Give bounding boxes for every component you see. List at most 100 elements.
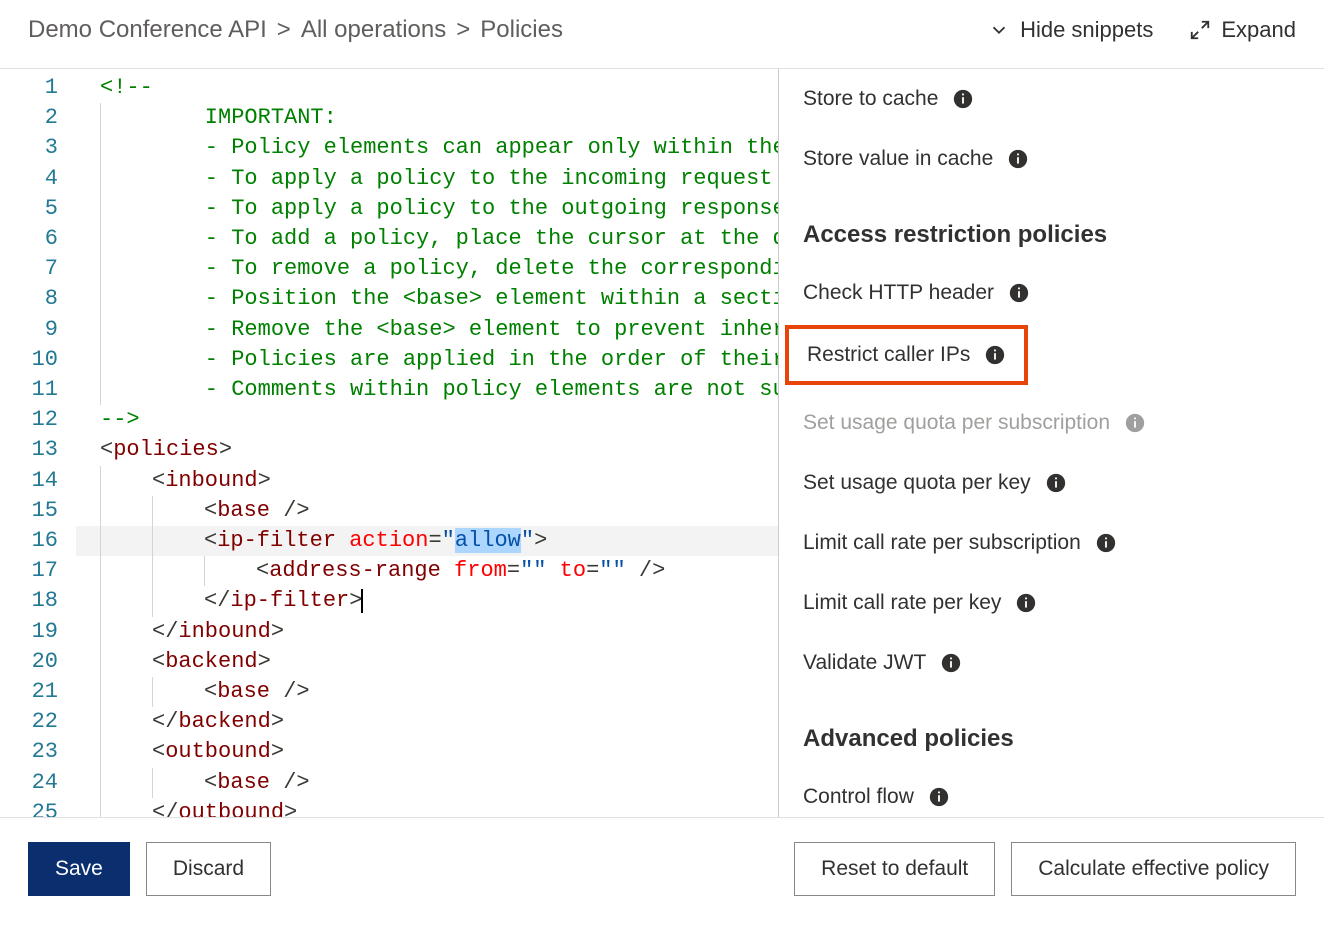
code-line[interactable]: <base /> [76,677,778,707]
snippet-section-title: Access restriction policies [803,189,1300,263]
snippet-item[interactable]: Set usage quota per subscription [803,393,1300,453]
info-icon[interactable] [940,652,962,674]
line-number: 17 [0,556,76,586]
calculate-button[interactable]: Calculate effective policy [1011,842,1296,896]
header: Demo Conference API > All operations > P… [0,0,1324,69]
code-line[interactable]: - To apply a policy to the incoming requ… [76,164,778,194]
code-line[interactable]: - To add a policy, place the cursor at t… [76,224,778,254]
line-number: 25 [0,798,76,817]
line-number: 23 [0,737,76,767]
code-line[interactable]: </outbound> [76,798,778,817]
line-number: 9 [0,315,76,345]
code-line[interactable]: <address-range from="" to="" /> [76,556,778,586]
expand-icon [1189,19,1211,41]
line-number: 24 [0,768,76,798]
chevron-down-icon [988,19,1010,41]
info-icon[interactable] [1015,592,1037,614]
reset-button[interactable]: Reset to default [794,842,995,896]
line-number: 19 [0,617,76,647]
snippet-label: Validate JWT [803,651,926,675]
info-icon[interactable] [1095,532,1117,554]
snippet-item[interactable]: Limit call rate per subscription [803,513,1300,573]
info-icon[interactable] [1007,148,1029,170]
code-line[interactable]: <inbound> [76,466,778,496]
line-number: 10 [0,345,76,375]
line-number: 14 [0,466,76,496]
code-line[interactable]: - Remove the <base> element to prevent i… [76,315,778,345]
snippet-item[interactable]: Control flow [803,767,1300,817]
breadcrumb-item[interactable]: Demo Conference API [28,16,267,44]
breadcrumb-separator: > [456,16,470,44]
breadcrumb-separator: > [277,16,291,44]
main: 1234567891011121314151617181920212223242… [0,69,1324,817]
code-line[interactable]: IMPORTANT: [76,103,778,133]
line-number: 5 [0,194,76,224]
code-line[interactable]: <ip-filter action="allow"> [76,526,778,556]
snippet-item-highlighted[interactable]: Restrict caller IPs [785,325,1028,385]
snippet-label: Check HTTP header [803,281,994,305]
snippet-label: Limit call rate per key [803,591,1001,615]
info-icon[interactable] [952,88,974,110]
code-line[interactable]: </backend> [76,707,778,737]
line-number: 15 [0,496,76,526]
line-number: 16 [0,526,76,556]
code-line[interactable]: - Comments within policy elements are no… [76,375,778,405]
info-icon[interactable] [1008,282,1030,304]
code-editor[interactable]: <!-- IMPORTANT: - Policy elements can ap… [76,69,778,817]
info-icon[interactable] [1045,472,1067,494]
info-icon[interactable] [984,344,1006,366]
snippet-item[interactable]: Set usage quota per key [803,453,1300,513]
code-line[interactable]: --> [76,405,778,435]
snippet-label: Restrict caller IPs [807,343,970,367]
snippet-item[interactable]: Validate JWT [803,633,1300,693]
footer-right: Reset to default Calculate effective pol… [794,842,1296,896]
code-line[interactable]: <!-- [76,73,778,103]
code-line[interactable]: <outbound> [76,737,778,767]
line-number: 22 [0,707,76,737]
code-line[interactable]: </inbound> [76,617,778,647]
header-actions: Hide snippets Expand [988,17,1296,43]
snippet-item[interactable]: Limit call rate per key [803,573,1300,633]
snippet-item[interactable]: Store to cache [803,69,1300,129]
code-line[interactable]: <base /> [76,768,778,798]
info-icon[interactable] [928,786,950,808]
code-line[interactable]: - To apply a policy to the outgoing resp… [76,194,778,224]
snippets-pane: Store to cache Store value in cache Access… [779,69,1324,817]
snippet-item[interactable]: Store value in cache [803,129,1300,189]
snippet-label: Store to cache [803,87,938,111]
snippet-label: Limit call rate per subscription [803,531,1081,555]
code-line[interactable]: - Position the <base> element within a s… [76,284,778,314]
expand-button[interactable]: Expand [1189,17,1296,43]
line-number: 13 [0,435,76,465]
code-line[interactable]: - Policies are applied in the order of t… [76,345,778,375]
line-number: 4 [0,164,76,194]
code-line[interactable]: <policies> [76,435,778,465]
code-line[interactable]: <base /> [76,496,778,526]
line-number: 12 [0,405,76,435]
footer-left: Save Discard [28,842,271,896]
breadcrumb-item[interactable]: All operations [301,16,446,44]
line-number: 3 [0,133,76,163]
line-number: 18 [0,586,76,616]
code-line[interactable]: - To remove a policy, delete the corresp… [76,254,778,284]
line-number: 7 [0,254,76,284]
breadcrumb: Demo Conference API > All operations > P… [28,16,563,44]
code-line[interactable]: </ip-filter> [76,586,778,616]
snippet-label: Store value in cache [803,147,993,171]
snippet-label: Set usage quota per key [803,471,1031,495]
snippet-item[interactable]: Check HTTP header [803,263,1300,323]
save-button[interactable]: Save [28,842,130,896]
code-line[interactable]: - Policy elements can appear only within… [76,133,778,163]
hide-snippets-button[interactable]: Hide snippets [988,17,1153,43]
line-number: 2 [0,103,76,133]
line-number: 21 [0,677,76,707]
hide-snippets-label: Hide snippets [1020,17,1153,43]
discard-button[interactable]: Discard [146,842,271,896]
line-number: 8 [0,284,76,314]
info-icon[interactable] [1124,412,1146,434]
line-number: 20 [0,647,76,677]
editor-pane: 1234567891011121314151617181920212223242… [0,69,779,817]
snippet-section-title: Advanced policies [803,693,1300,767]
code-line[interactable]: <backend> [76,647,778,677]
line-number: 1 [0,73,76,103]
